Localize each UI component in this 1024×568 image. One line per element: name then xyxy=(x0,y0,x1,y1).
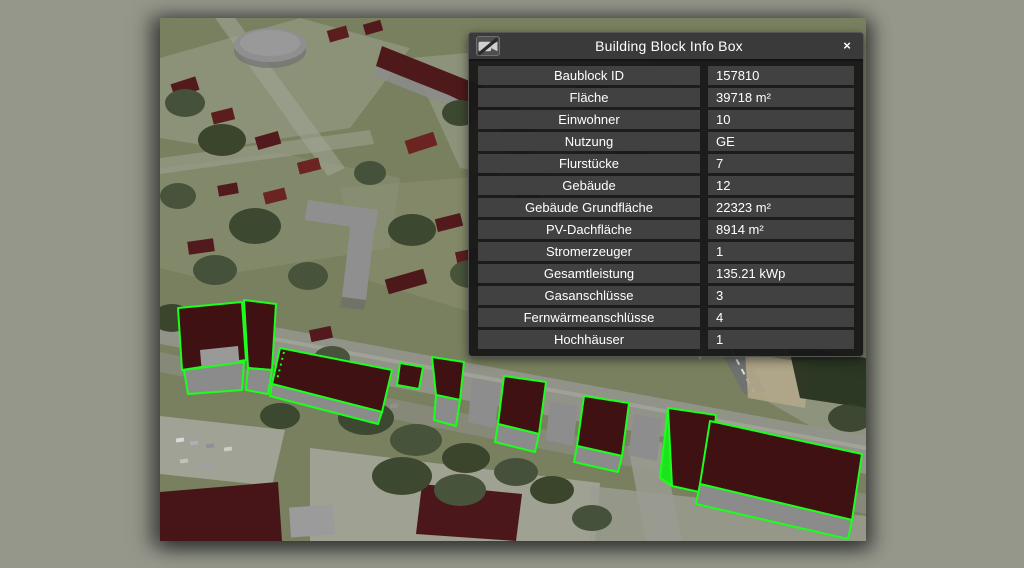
map-window: Building Block Info Box × Baublock ID 15… xyxy=(160,18,866,541)
row-value: 3 xyxy=(708,286,854,305)
row-value: 8914 m² xyxy=(708,220,854,239)
table-row: Baublock ID 157810 xyxy=(478,66,854,85)
row-value: 39718 m² xyxy=(708,88,854,107)
row-value: 7 xyxy=(708,154,854,173)
table-row: Flurstücke 7 xyxy=(478,154,854,173)
desktop-background: Building Block Info Box × Baublock ID 15… xyxy=(0,0,1024,568)
row-label: Flurstücke xyxy=(478,154,700,173)
table-row: Nutzung GE xyxy=(478,132,854,151)
row-value: 4 xyxy=(708,308,854,327)
row-value: 135.21 kWp xyxy=(708,264,854,283)
info-box-table: Baublock ID 157810 Fläche 39718 m² Einwo… xyxy=(469,61,863,356)
row-label: Gebäude xyxy=(478,176,700,195)
table-row: PV-Dachfläche 8914 m² xyxy=(478,220,854,239)
table-row: Stromerzeuger 1 xyxy=(478,242,854,261)
info-box-header: Building Block Info Box × xyxy=(469,33,863,61)
table-row: Fläche 39718 m² xyxy=(478,88,854,107)
row-label: Einwohner xyxy=(478,110,700,129)
row-label: PV-Dachfläche xyxy=(478,220,700,239)
row-label: Fläche xyxy=(478,88,700,107)
row-label: Baublock ID xyxy=(478,66,700,85)
camera-slash-icon[interactable] xyxy=(476,36,500,56)
row-value: 12 xyxy=(708,176,854,195)
close-icon[interactable]: × xyxy=(838,33,856,59)
row-value: 1 xyxy=(708,330,854,349)
table-row: Fernwärmeanschlüsse 4 xyxy=(478,308,854,327)
row-value: GE xyxy=(708,132,854,151)
row-label: Fernwärmeanschlüsse xyxy=(478,308,700,327)
table-row: Gebäude Grundfläche 22323 m² xyxy=(478,198,854,217)
table-row: Hochhäuser 1 xyxy=(478,330,854,349)
row-value: 22323 m² xyxy=(708,198,854,217)
table-row: Gebäude 12 xyxy=(478,176,854,195)
table-row: Einwohner 10 xyxy=(478,110,854,129)
row-value: 157810 xyxy=(708,66,854,85)
row-label: Gebäude Grundfläche xyxy=(478,198,700,217)
table-row: Gesamtleistung 135.21 kWp xyxy=(478,264,854,283)
building-block-info-box: Building Block Info Box × Baublock ID 15… xyxy=(468,32,864,357)
row-label: Stromerzeuger xyxy=(478,242,700,261)
table-row: Gasanschlüsse 3 xyxy=(478,286,854,305)
row-label: Gasanschlüsse xyxy=(478,286,700,305)
row-label: Gesamtleistung xyxy=(478,264,700,283)
row-value: 10 xyxy=(708,110,854,129)
row-value: 1 xyxy=(708,242,854,261)
info-box-title: Building Block Info Box xyxy=(500,38,838,54)
row-label: Hochhäuser xyxy=(478,330,700,349)
row-label: Nutzung xyxy=(478,132,700,151)
